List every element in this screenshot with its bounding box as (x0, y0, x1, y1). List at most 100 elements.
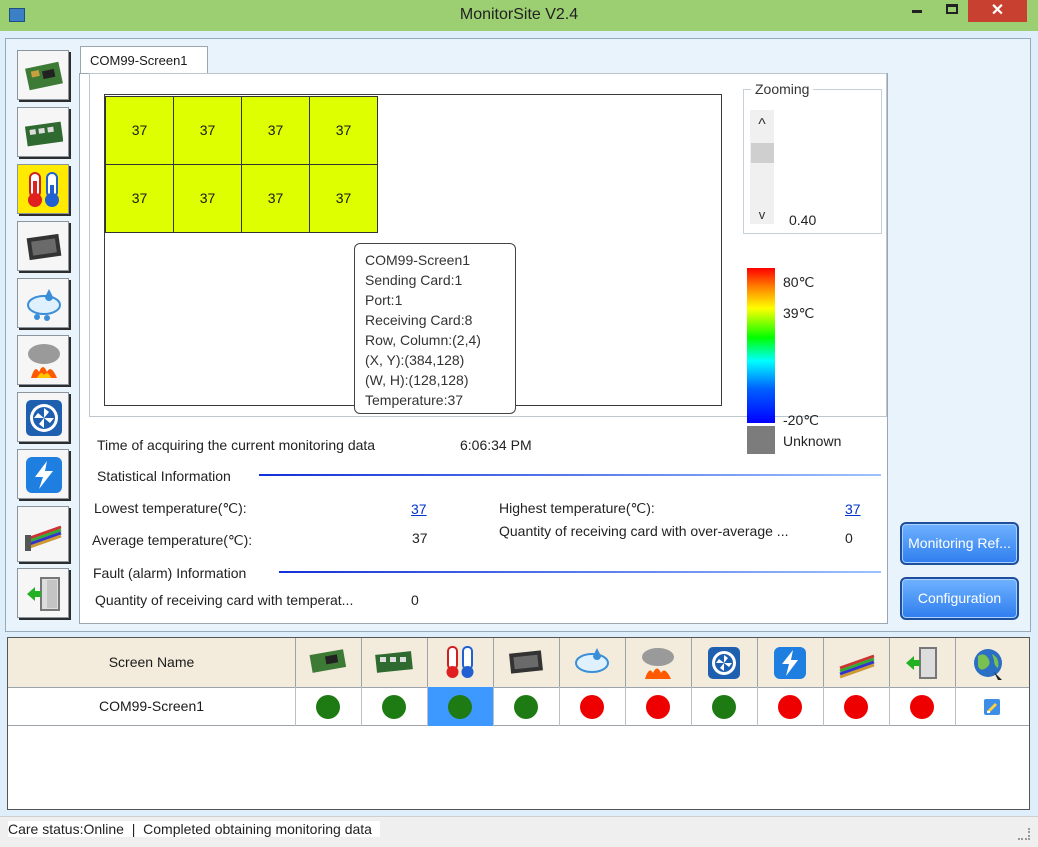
tooltip-line: Temperature:37 (365, 392, 464, 408)
receiving-card-cell[interactable]: 37 (309, 96, 378, 165)
status-green-dot (514, 695, 538, 719)
cable-tool-button[interactable] (17, 506, 69, 562)
column-header-receiving-card[interactable] (362, 638, 428, 687)
zoom-slider-thumb[interactable] (751, 143, 774, 163)
status-cell[interactable] (758, 687, 824, 726)
fault-section-title: Fault (alarm) Information (93, 565, 247, 581)
close-button[interactable]: ✕ (968, 0, 1027, 22)
column-header-sending-card[interactable] (296, 638, 362, 687)
module-card-icon (26, 233, 62, 261)
acquire-time-label: Time of acquiring the current monitoring… (97, 437, 376, 453)
fan-tool-button[interactable] (17, 392, 69, 442)
receiving-card-cell[interactable]: 37 (105, 96, 174, 165)
status-cell[interactable] (890, 687, 956, 726)
smoke-fire-icon (28, 344, 60, 378)
sending-card-tool-button[interactable] (17, 50, 69, 100)
receiving-card-cell[interactable]: 37 (241, 164, 310, 233)
status-red-dot (844, 695, 868, 719)
resize-grip-icon[interactable] (1018, 828, 1030, 840)
thermometer-icon (446, 646, 474, 678)
temperature-tool-button[interactable] (17, 164, 69, 214)
stats-section-title: Statistical Information (97, 468, 231, 484)
column-header-network[interactable] (956, 638, 1029, 687)
humidity-icon (27, 289, 61, 321)
column-header-screen-name[interactable]: Screen Name (8, 638, 296, 687)
humidity-tool-button[interactable] (17, 278, 69, 328)
configuration-button[interactable]: Configuration (900, 577, 1019, 620)
tooltip-line: (X, Y):(384,128) (365, 352, 465, 368)
receiving-card-cell[interactable]: 37 (105, 164, 174, 233)
status-cell[interactable] (296, 687, 362, 726)
status-green-dot (712, 695, 736, 719)
edit-icon[interactable] (983, 698, 1001, 716)
zoom-up-arrow-icon[interactable]: ^ (751, 116, 773, 134)
receiving-card-icon (25, 121, 63, 147)
receiving-card-cell[interactable]: 37 (173, 96, 242, 165)
tooltip-line: COM99-Screen1 (365, 252, 471, 268)
temperature-color-bar (747, 268, 775, 423)
status-cell[interactable] (692, 687, 758, 726)
globe-icon (974, 649, 1002, 680)
column-header-smoke[interactable] (626, 638, 692, 687)
smoke-tool-button[interactable] (17, 335, 69, 385)
column-header-door[interactable] (890, 638, 956, 687)
tooltip-line: Port:1 (365, 292, 403, 308)
smoke-fire-icon (642, 648, 674, 679)
zoom-down-arrow-icon[interactable]: v (751, 207, 773, 222)
column-header-module[interactable] (494, 638, 560, 687)
monitoring-refresh-button[interactable]: Monitoring Ref... (900, 522, 1019, 565)
power-tool-button[interactable] (17, 449, 69, 499)
column-header-humidity[interactable] (560, 638, 626, 687)
sending-card-icon (25, 61, 63, 91)
maximize-icon (946, 4, 958, 14)
fan-icon (26, 400, 62, 436)
window-title: MonitorSite V2.4 (459, 6, 579, 23)
maximize-button[interactable] (938, 0, 966, 22)
lowest-temp-link[interactable]: 37 (411, 501, 427, 517)
stats-divider (259, 474, 881, 476)
zoom-value: 0.40 (789, 212, 817, 228)
average-temp-label: Average temperature(℃): (92, 532, 253, 548)
receiving-card-cell[interactable]: 37 (173, 164, 242, 233)
status-cell[interactable] (626, 687, 692, 726)
legend-max-temp: 80℃ (783, 274, 815, 290)
status-cell[interactable] (956, 687, 1029, 726)
status-cell-selected[interactable] (428, 687, 494, 726)
unknown-color-swatch (747, 426, 775, 454)
column-header-cable[interactable] (824, 638, 890, 687)
module-card-icon (509, 650, 543, 674)
sending-card-icon (309, 649, 347, 673)
column-header-power[interactable] (758, 638, 824, 687)
column-header-fan[interactable] (692, 638, 758, 687)
power-icon (26, 457, 62, 493)
module-tool-button[interactable] (17, 221, 69, 271)
tooltip-line: Row, Column:(2,4) (365, 332, 481, 348)
tooltip-line: (W, H):(128,128) (365, 372, 469, 388)
column-header-temperature[interactable] (428, 638, 494, 687)
fault-temp-value: 0 (411, 592, 419, 608)
thermometer-icon (28, 172, 59, 207)
cable-icon (839, 654, 875, 679)
receiving-card-icon (375, 651, 413, 673)
status-cell[interactable] (560, 687, 626, 726)
receiving-card-cell[interactable]: 37 (241, 96, 310, 165)
receiving-card-tool-button[interactable] (17, 107, 69, 157)
status-text: Care status:Online | Completed obtaining… (8, 821, 380, 837)
highest-temp-link[interactable]: 37 (845, 501, 861, 517)
status-green-dot (316, 695, 340, 719)
over-average-value: 0 (845, 530, 853, 546)
row-screen-name[interactable]: COM99-Screen1 (8, 687, 296, 726)
status-green-dot (448, 695, 472, 719)
acquire-time-value: 6:06:34 PM (460, 437, 532, 453)
door-tool-button[interactable] (17, 568, 69, 618)
card-info-tooltip: COM99-Screen1 Sending Card:1 Port:1 Rece… (354, 243, 516, 414)
receiving-card-cell[interactable]: 37 (309, 164, 378, 233)
status-cell[interactable] (362, 687, 428, 726)
tab-com99-screen1[interactable]: COM99-Screen1 (80, 46, 208, 74)
minimize-button[interactable] (903, 0, 931, 22)
status-cell[interactable] (824, 687, 890, 726)
humidity-icon (575, 648, 609, 673)
status-red-dot (778, 695, 802, 719)
zooming-label: Zooming (751, 81, 814, 97)
status-cell[interactable] (494, 687, 560, 726)
